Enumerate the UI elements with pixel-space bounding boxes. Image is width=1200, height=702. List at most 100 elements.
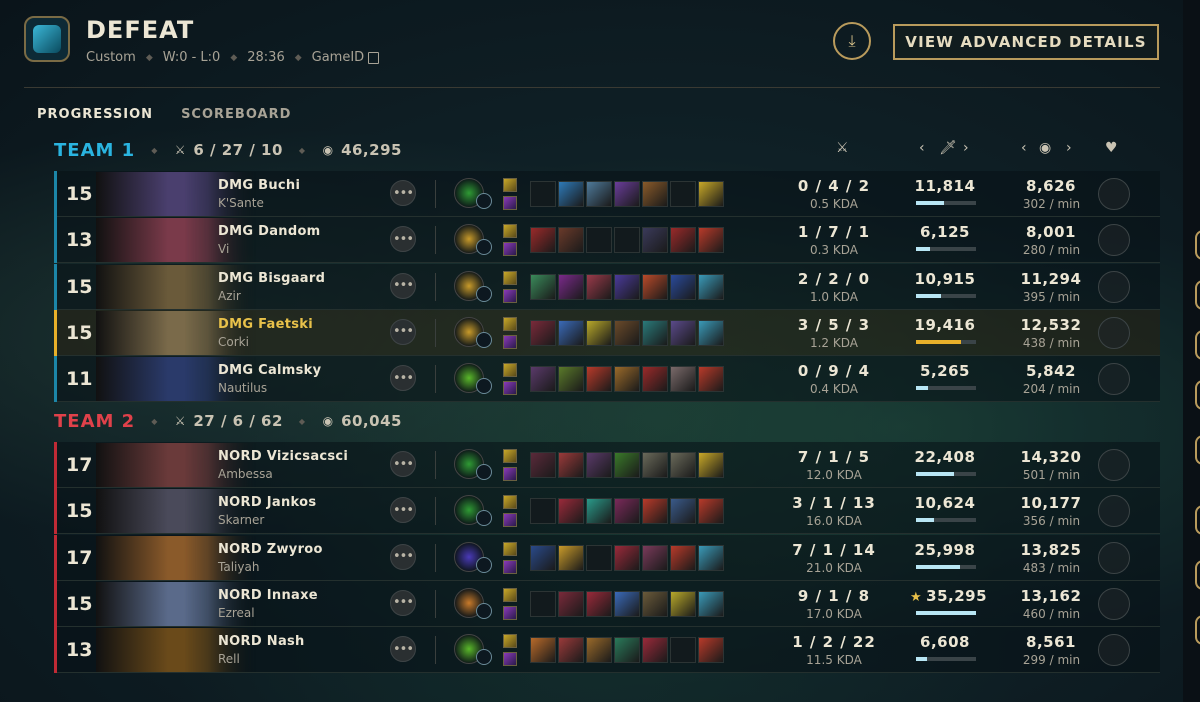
item-slot[interactable]: [642, 452, 668, 478]
item-slot[interactable]: [698, 227, 724, 254]
item-slot[interactable]: [614, 366, 640, 393]
player-row[interactable]: 17 NORD Vizicsacsci Ambessa ••• 7 / 1 / 5 12.…: [54, 442, 1160, 488]
honor-button[interactable]: [1098, 178, 1130, 210]
item-slot[interactable]: [558, 366, 584, 393]
player-name[interactable]: NORD Innaxe: [218, 588, 318, 603]
item-slot[interactable]: [558, 273, 584, 300]
item-slot[interactable]: [642, 637, 668, 664]
more-options-button[interactable]: •••: [390, 365, 416, 392]
item-slot[interactable]: [642, 319, 668, 346]
player-row[interactable]: 15 NORD Jankos Skarner ••• 3 / 1 / 13 16.0 KD…: [54, 488, 1160, 535]
more-options-button[interactable]: •••: [390, 543, 416, 570]
item-slot[interactable]: [698, 181, 724, 207]
player-row[interactable]: 13 NORD Nash Rell ••• 1 / 2 / 22 11.5 KDA 6,60…: [54, 627, 1160, 674]
item-slot[interactable]: [558, 498, 584, 525]
item-slot[interactable]: [558, 637, 584, 664]
item-slot[interactable]: [698, 637, 724, 664]
item-slot[interactable]: [614, 590, 640, 617]
player-row[interactable]: 15 NORD Innaxe Ezreal ••• 9 / 1 / 8 17.0 KDA ★…: [54, 580, 1160, 627]
item-slot[interactable]: [558, 452, 584, 478]
item-slot[interactable]: [698, 544, 724, 571]
item-slot[interactable]: [614, 452, 640, 478]
item-slot[interactable]: [530, 637, 556, 664]
item-slot[interactable]: [642, 544, 668, 571]
honor-button[interactable]: [1098, 587, 1130, 620]
item-slot[interactable]: [530, 590, 556, 617]
item-slot[interactable]: [670, 452, 696, 478]
item-slot[interactable]: [698, 590, 724, 617]
item-slot[interactable]: [586, 227, 612, 254]
honor-button[interactable]: [1098, 449, 1130, 481]
item-slot[interactable]: [614, 319, 640, 346]
item-slot[interactable]: [586, 273, 612, 300]
item-slot[interactable]: [670, 544, 696, 571]
item-slot[interactable]: [670, 181, 696, 207]
item-slot[interactable]: [558, 181, 584, 207]
item-slot[interactable]: [614, 227, 640, 254]
item-slot[interactable]: [614, 637, 640, 664]
player-name[interactable]: DMG Calmsky: [218, 363, 321, 378]
item-slot[interactable]: [698, 273, 724, 300]
item-slot[interactable]: [642, 273, 668, 300]
item-slot[interactable]: [586, 366, 612, 393]
download-button[interactable]: ⤓: [833, 22, 871, 60]
item-slot[interactable]: [586, 544, 612, 571]
item-slot[interactable]: [530, 366, 556, 393]
item-slot[interactable]: [558, 590, 584, 617]
player-name[interactable]: NORD Nash: [218, 634, 305, 649]
gold-prev-button[interactable]: ‹: [1021, 140, 1027, 156]
gold-next-button[interactable]: ›: [1066, 140, 1072, 156]
item-slot[interactable]: [530, 181, 556, 207]
more-options-button[interactable]: •••: [390, 497, 416, 524]
item-slot[interactable]: [698, 498, 724, 525]
item-slot[interactable]: [670, 637, 696, 664]
item-slot[interactable]: [642, 498, 668, 525]
player-row[interactable]: 15 DMG Buchi K'Sante ••• 0 / 4 / 2 0.5 KDA 11,…: [54, 171, 1160, 217]
tab-scoreboard[interactable]: SCOREBOARD: [181, 107, 291, 122]
item-slot[interactable]: [670, 273, 696, 300]
item-slot[interactable]: [670, 227, 696, 254]
item-slot[interactable]: [614, 544, 640, 571]
more-options-button[interactable]: •••: [390, 272, 416, 299]
item-slot[interactable]: [670, 590, 696, 617]
item-slot[interactable]: [530, 544, 556, 571]
item-slot[interactable]: [530, 452, 556, 478]
item-slot[interactable]: [698, 452, 724, 478]
more-options-button[interactable]: •••: [390, 451, 416, 477]
player-row[interactable]: 11 DMG Calmsky Nautilus ••• 0 / 9 / 4 0.4 KDA…: [54, 356, 1160, 403]
item-slot[interactable]: [670, 498, 696, 525]
item-slot[interactable]: [558, 319, 584, 346]
item-slot[interactable]: [642, 590, 668, 617]
more-options-button[interactable]: •••: [390, 636, 416, 663]
item-slot[interactable]: [530, 227, 556, 254]
honor-button[interactable]: [1098, 224, 1130, 257]
tab-progression[interactable]: PROGRESSION: [37, 107, 153, 122]
item-slot[interactable]: [698, 366, 724, 393]
item-slot[interactable]: [614, 181, 640, 207]
player-name[interactable]: DMG Bisgaard: [218, 271, 325, 286]
player-name[interactable]: NORD Zwyroo: [218, 542, 323, 557]
item-slot[interactable]: [670, 366, 696, 393]
honor-button[interactable]: [1098, 270, 1130, 303]
honor-button[interactable]: [1098, 541, 1130, 574]
more-options-button[interactable]: •••: [390, 180, 416, 206]
honor-button[interactable]: [1098, 316, 1130, 349]
player-name[interactable]: DMG Dandom: [218, 224, 321, 239]
player-name[interactable]: DMG Buchi: [218, 178, 300, 193]
item-slot[interactable]: [530, 319, 556, 346]
view-advanced-details-button[interactable]: VIEW ADVANCED DETAILS: [893, 24, 1159, 60]
player-name[interactable]: NORD Vizicsacsci: [218, 449, 348, 464]
honor-button[interactable]: [1098, 363, 1130, 396]
player-row[interactable]: 15 DMG Faetski Corki ••• 3 / 5 / 3 1.2 KDA 19,…: [54, 309, 1160, 356]
more-options-button[interactable]: •••: [390, 589, 416, 616]
player-row[interactable]: 13 DMG Dandom Vi ••• 1 / 7 / 1 0.3 KDA 6,125 8,…: [54, 217, 1160, 264]
item-slot[interactable]: [586, 637, 612, 664]
honor-button[interactable]: [1098, 634, 1130, 667]
damage-next-button[interactable]: ›: [963, 140, 969, 156]
item-slot[interactable]: [642, 366, 668, 393]
item-slot[interactable]: [530, 498, 556, 525]
item-slot[interactable]: [586, 319, 612, 346]
game-id-button[interactable]: GameID: [312, 50, 380, 65]
item-slot[interactable]: [586, 181, 612, 207]
item-slot[interactable]: [558, 544, 584, 571]
